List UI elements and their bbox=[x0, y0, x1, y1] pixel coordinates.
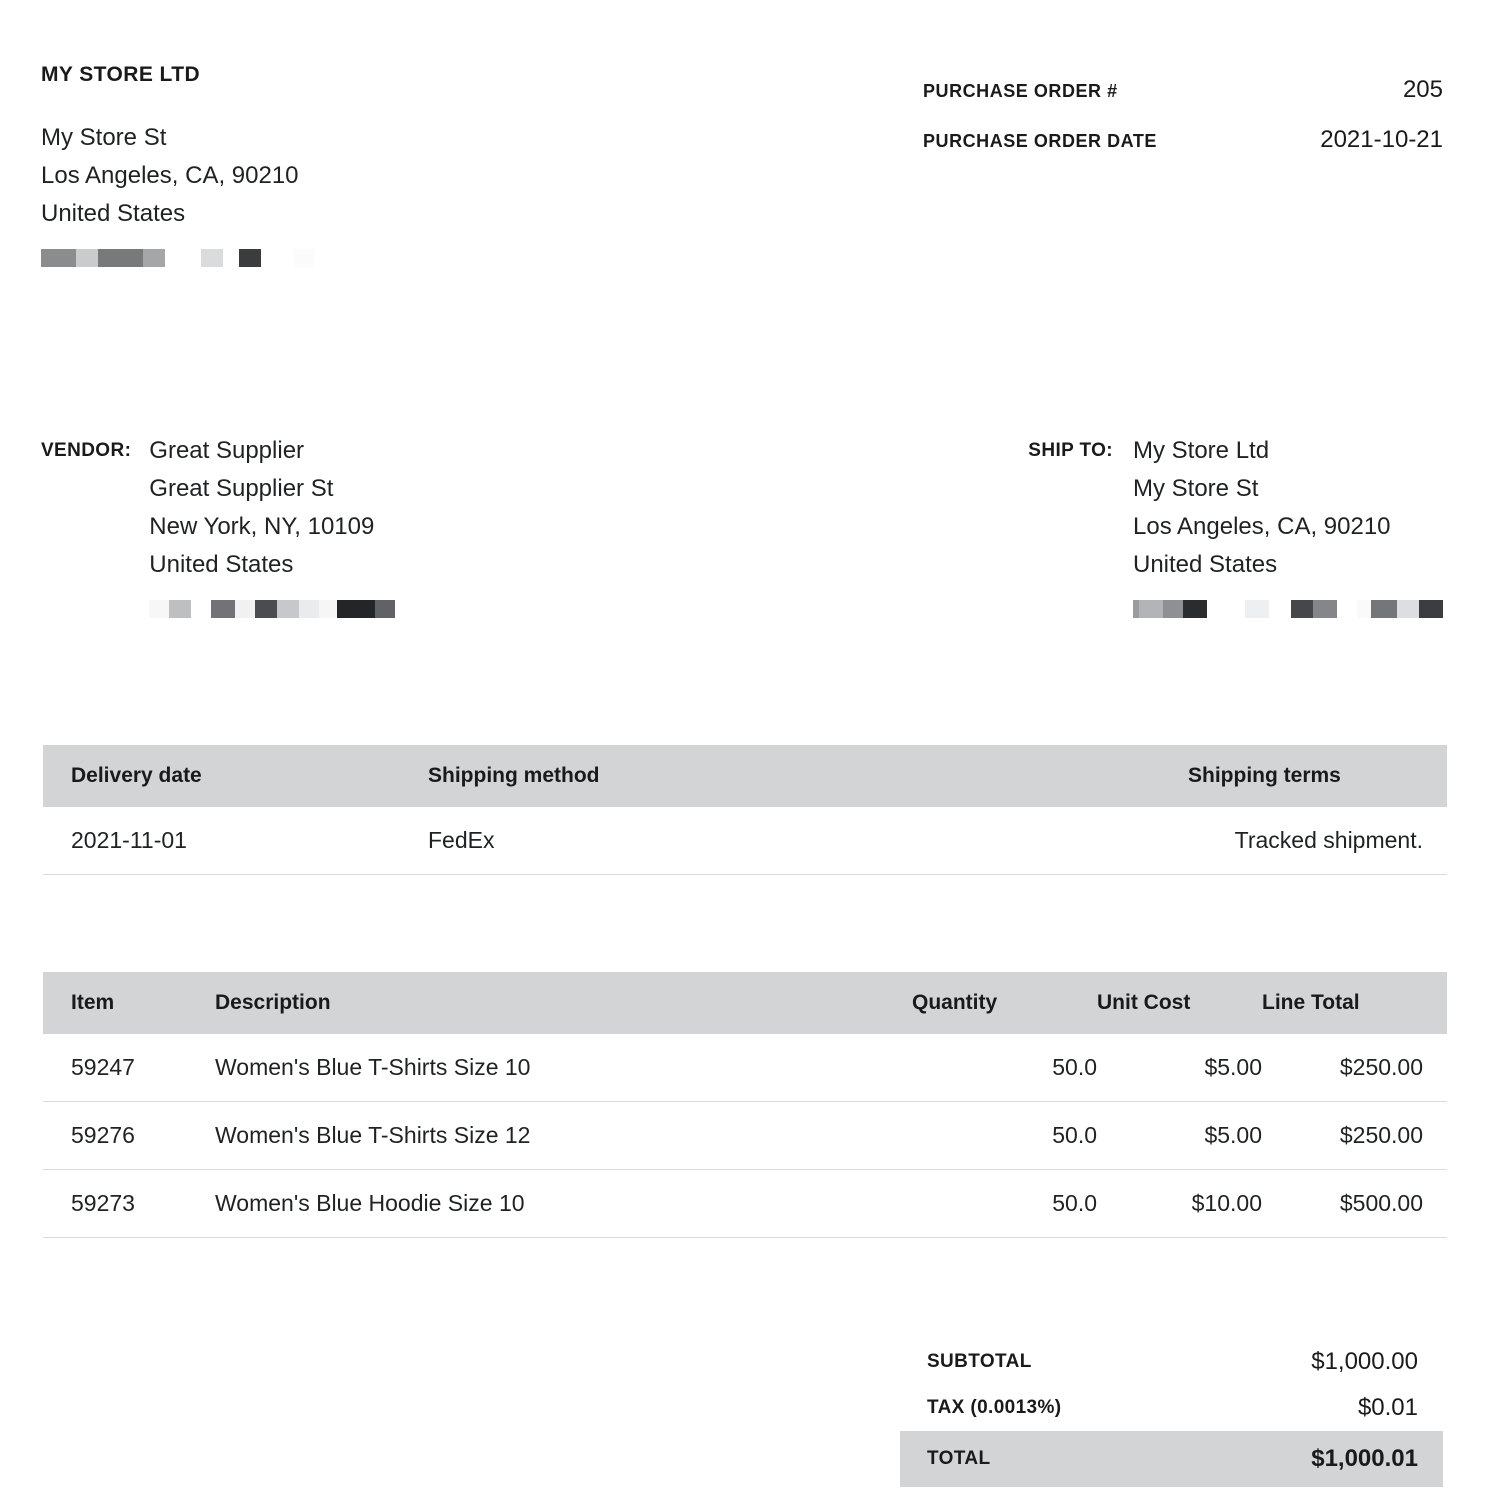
vendor-address-line: New York, NY, 10109 bbox=[149, 513, 375, 541]
cell-unit-cost: $10.00 bbox=[1097, 1169, 1262, 1239]
cell-shipping-terms: Tracked shipment. bbox=[1188, 807, 1447, 876]
items-table-body: 59247 Women's Blue T-Shirts Size 10 50.0… bbox=[43, 1034, 1447, 1239]
company-address-line: My Store St bbox=[41, 124, 167, 152]
purchase-order-number-value: 205 bbox=[1402, 76, 1443, 103]
cell-unit-cost: $5.00 bbox=[1097, 1101, 1262, 1171]
column-header-unit-cost: Unit Cost bbox=[1097, 972, 1262, 1035]
vendor-address: Great Supplier Great Supplier St New Yor… bbox=[149, 432, 396, 620]
cell-quantity: 50.0 bbox=[912, 1034, 1097, 1103]
purchase-order-number-label: PURCHASE ORDER # bbox=[923, 81, 1118, 101]
vendor-address-line: Great Supplier St bbox=[149, 475, 334, 503]
totals-section: SUBTOTAL $1,000.00 TAX (0.0013%) $0.01 T… bbox=[0, 1339, 1490, 1488]
line-items-table: Item Description Quantity Unit Cost Line… bbox=[43, 972, 1447, 1239]
totals-table: SUBTOTAL $1,000.00 TAX (0.0013%) $0.01 T… bbox=[900, 1339, 1443, 1488]
table-row: 59276 Women's Blue T-Shirts Size 12 50.0… bbox=[43, 1101, 1447, 1171]
cell-description: Women's Blue T-Shirts Size 12 bbox=[215, 1101, 912, 1171]
vendor-address-line: United States bbox=[149, 551, 294, 579]
column-header-shipping-terms: Shipping terms bbox=[1188, 745, 1447, 808]
total-value: $1,000.01 bbox=[1190, 1431, 1443, 1488]
vendor-label: VENDOR: bbox=[41, 440, 132, 462]
column-header-description: Description bbox=[215, 972, 912, 1035]
company-redacted-bar bbox=[41, 247, 661, 269]
purchase-order-meta: PURCHASE ORDER # 205 PURCHASE ORDER DATE… bbox=[923, 76, 1443, 176]
vendor-address-line: Great Supplier bbox=[149, 437, 305, 465]
ship-to-address-line: Los Angeles, CA, 90210 bbox=[1133, 513, 1391, 541]
ship-to-address-line: United States bbox=[1133, 551, 1278, 579]
purchase-order-document: MY STORE LTD My Store St Los Angeles, CA… bbox=[0, 0, 1490, 1492]
ship-to-redacted-bar bbox=[1133, 598, 1443, 620]
company-name: MY STORE LTD bbox=[41, 63, 201, 86]
company-address-line: Los Angeles, CA, 90210 bbox=[41, 162, 299, 190]
company-block: MY STORE LTD My Store St Los Angeles, CA… bbox=[41, 62, 661, 269]
column-header-quantity: Quantity bbox=[912, 972, 1097, 1035]
ship-to-address: My Store Ltd My Store St Los Angeles, CA… bbox=[1133, 432, 1443, 620]
total-row: TOTAL $1,000.01 bbox=[900, 1431, 1443, 1488]
ship-to-label: SHIP TO: bbox=[1028, 440, 1113, 462]
company-address-line: United States bbox=[41, 200, 186, 228]
cell-item: 59247 bbox=[43, 1034, 215, 1103]
tax-value: $0.01 bbox=[1357, 1394, 1418, 1422]
purchase-order-date-row: PURCHASE ORDER DATE 2021-10-21 bbox=[923, 126, 1443, 154]
cell-line-total: $250.00 bbox=[1262, 1034, 1447, 1103]
subtotal-value: $1,000.00 bbox=[1311, 1348, 1418, 1376]
tax-row: TAX (0.0013%) $0.01 bbox=[900, 1385, 1443, 1431]
items-table-header-row: Item Description Quantity Unit Cost Line… bbox=[43, 972, 1447, 1035]
shipping-table-row: 2021-11-01 FedEx Tracked shipment. bbox=[43, 807, 1447, 876]
ship-to-address-line: My Store St bbox=[1133, 475, 1259, 503]
vendor-redacted-bar bbox=[149, 598, 396, 620]
subtotal-row: SUBTOTAL $1,000.00 bbox=[900, 1339, 1443, 1385]
cell-quantity: 50.0 bbox=[912, 1169, 1097, 1239]
cell-quantity: 50.0 bbox=[912, 1101, 1097, 1171]
total-label: TOTAL bbox=[900, 1431, 1190, 1488]
shipping-table-header-row: Delivery date Shipping method Shipping t… bbox=[43, 745, 1447, 808]
table-row: 59247 Women's Blue T-Shirts Size 10 50.0… bbox=[43, 1034, 1447, 1103]
table-row: 59273 Women's Blue Hoodie Size 10 50.0 $… bbox=[43, 1169, 1447, 1239]
document-header: MY STORE LTD My Store St Los Angeles, CA… bbox=[0, 0, 1490, 269]
purchase-order-date-label: PURCHASE ORDER DATE bbox=[923, 131, 1157, 151]
cell-item: 59273 bbox=[43, 1169, 215, 1239]
shipping-details-table: Delivery date Shipping method Shipping t… bbox=[43, 745, 1447, 876]
parties-section: VENDOR: Great Supplier Great Supplier St… bbox=[0, 432, 1490, 620]
cell-unit-cost: $5.00 bbox=[1097, 1034, 1262, 1103]
column-header-line-total: Line Total bbox=[1262, 972, 1447, 1035]
vendor-block: VENDOR: Great Supplier Great Supplier St… bbox=[41, 432, 396, 620]
cell-line-total: $250.00 bbox=[1262, 1101, 1447, 1171]
tax-label: TAX (0.0013%) bbox=[927, 1397, 1062, 1419]
purchase-order-number-row: PURCHASE ORDER # 205 bbox=[923, 76, 1443, 104]
purchase-order-date-value: 2021-10-21 bbox=[1320, 126, 1443, 153]
cell-item: 59276 bbox=[43, 1101, 215, 1171]
cell-line-total: $500.00 bbox=[1262, 1169, 1447, 1239]
column-header-shipping-method: Shipping method bbox=[428, 745, 1188, 808]
cell-description: Women's Blue T-Shirts Size 10 bbox=[215, 1034, 912, 1103]
column-header-delivery-date: Delivery date bbox=[43, 745, 428, 808]
cell-delivery-date: 2021-11-01 bbox=[43, 807, 428, 876]
ship-to-address-line: My Store Ltd bbox=[1133, 437, 1270, 465]
ship-to-block: SHIP TO: My Store Ltd My Store St Los An… bbox=[1028, 432, 1443, 620]
cell-shipping-method: FedEx bbox=[428, 807, 1188, 876]
subtotal-label: SUBTOTAL bbox=[927, 1351, 1032, 1373]
column-header-item: Item bbox=[43, 972, 215, 1035]
cell-description: Women's Blue Hoodie Size 10 bbox=[215, 1169, 912, 1239]
